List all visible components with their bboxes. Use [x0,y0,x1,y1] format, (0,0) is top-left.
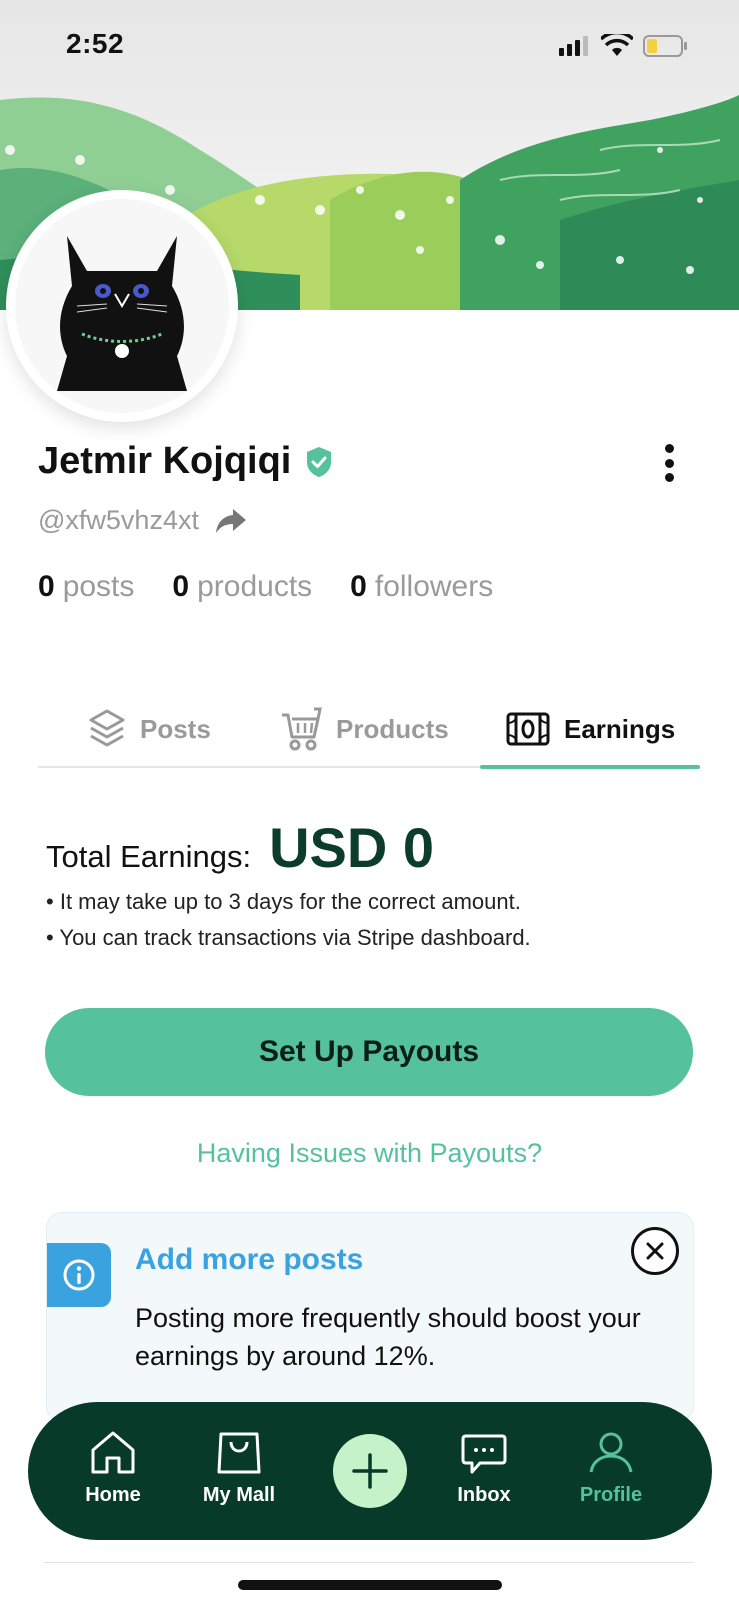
nav-home[interactable]: Home [58,1430,168,1507]
wifi-icon [601,34,633,56]
verified-badge-icon [307,446,332,477]
stat-label: products [197,570,313,603]
more-dot [664,473,674,482]
status-icons [559,34,689,58]
nav-my-mall[interactable]: My Mall [184,1430,294,1507]
earnings-note: It may take up to 3 days for the correct… [46,884,531,920]
status-bar: 2:52 [0,0,739,96]
bag-icon [217,1432,261,1474]
earnings-amount: USD 0 [269,816,434,879]
nav-label: Home [85,1484,141,1506]
tab-label: Earnings [564,713,676,744]
nav-profile[interactable]: Profile [556,1430,666,1507]
stat-posts[interactable]: 0 posts [38,570,134,604]
close-icon [646,1242,664,1260]
tab-label: Products [336,713,449,744]
create-post-button[interactable] [333,1434,407,1508]
profile-handle: @xfw5vhz4xt [38,505,199,535]
earnings-note: You can track transactions via Stripe da… [46,920,530,956]
cart-icon [282,707,322,751]
stat-followers[interactable]: 0 followers [350,570,493,604]
nav-inbox[interactable]: Inbox [429,1430,539,1507]
status-time: 2:52 [66,28,125,59]
payout-issues-link[interactable]: Having Issues with Payouts? [0,1138,739,1169]
stat-value: 0 [172,570,190,603]
avatar-image [15,199,229,413]
tip-icon-box [47,1243,111,1307]
profile-tabs: Posts Products Earnings [38,690,700,769]
handle-row: @xfw5vhz4xt [38,505,247,536]
bottom-navigation: Home My Mall Inbox Profile [28,1402,712,1540]
home-icon [91,1431,135,1474]
cellular-signal-icon [559,36,588,56]
more-dot [664,444,674,453]
stat-products[interactable]: 0 products [172,570,312,604]
profile-stats: 0 posts 0 products 0 followers [38,570,493,604]
active-tab-indicator [480,765,700,769]
layers-icon [89,709,125,747]
tab-label: Posts [140,713,211,744]
tip-close-button[interactable] [631,1227,679,1275]
battery-icon [643,35,687,57]
more-dot [664,458,674,468]
chat-icon [461,1434,507,1474]
tip-card: Add more posts Posting more frequently s… [46,1212,694,1422]
stat-value: 0 [38,570,55,603]
more-options-button[interactable] [654,440,684,486]
set-up-payouts-button[interactable]: Set Up Payouts [45,1008,693,1096]
stat-label: followers [374,570,494,603]
home-indicator[interactable] [238,1580,502,1590]
stat-value: 0 [350,570,367,603]
profile-name-row: Jetmir Kojqiqi [38,440,333,483]
nav-label: My Mall [202,1484,276,1506]
tab-earnings[interactable]: Earnings [506,690,675,768]
bottom-divider [44,1562,694,1563]
profile-name: Jetmir Kojqiqi [38,440,292,482]
black-cat-image [57,236,187,391]
tab-products[interactable]: Products [280,690,449,768]
nav-label: Inbox [457,1484,511,1506]
stat-label: posts [62,570,135,603]
earnings-notes: It may take up to 3 days for the correct… [46,884,531,956]
user-icon [589,1432,633,1473]
info-icon [63,1259,95,1291]
avatar[interactable] [6,190,238,422]
nav-label: Profile [579,1484,643,1506]
tip-title: Add more posts [135,1243,364,1276]
plus-icon [352,1453,388,1489]
tip-body: Posting more frequently should boost you… [135,1303,641,1371]
tab-posts[interactable]: Posts [88,690,211,768]
total-earnings: Total Earnings: USD 0 [46,815,434,880]
money-icon [506,712,550,746]
earnings-label: Total Earnings: [46,839,252,874]
share-icon[interactable] [215,508,247,534]
